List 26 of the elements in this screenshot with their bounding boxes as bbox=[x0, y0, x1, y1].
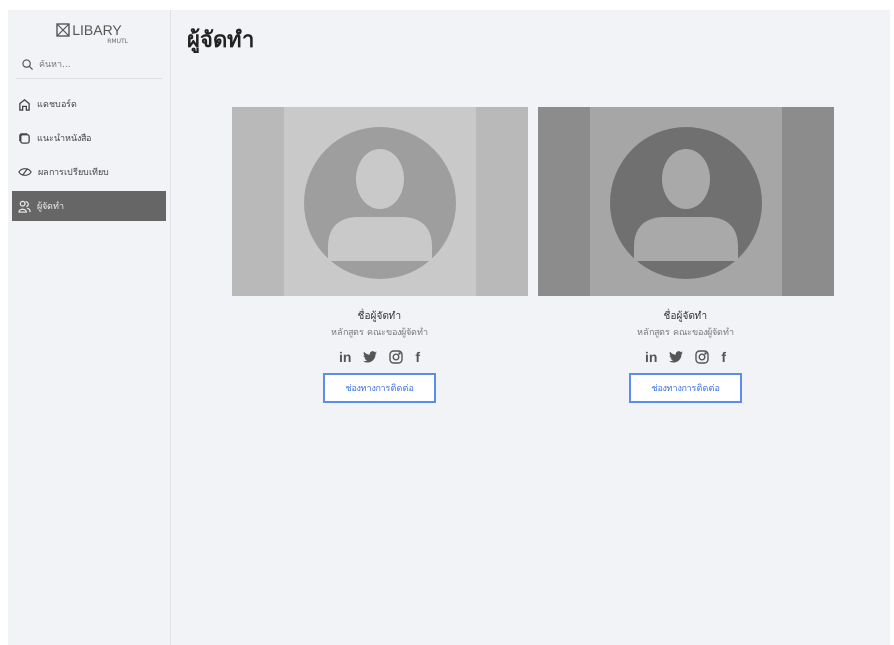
sidebar-item[interactable]: แนะนำหนังสือ bbox=[12, 123, 166, 153]
search-icon bbox=[22, 59, 33, 70]
contact-button[interactable]: ช่องทางการติดต่อ bbox=[323, 373, 436, 403]
contact-button[interactable]: ช่องทางการติดต่อ bbox=[629, 373, 742, 403]
social-link[interactable]: f bbox=[415, 349, 420, 365]
book-icon bbox=[18, 132, 31, 144]
page-title: ผู้จัดทำ bbox=[187, 27, 255, 55]
member-name: ชื่อผู้จัดทำ bbox=[358, 308, 402, 323]
sidebar-item[interactable]: ผลการเปรียบเทียบ bbox=[12, 157, 166, 187]
bird-icon[interactable] bbox=[363, 351, 378, 363]
bird-icon[interactable] bbox=[669, 351, 684, 363]
sidebar-item[interactable]: ผู้จัดทำ bbox=[12, 191, 166, 221]
home-icon bbox=[18, 98, 31, 110]
social-link[interactable]: f bbox=[721, 349, 726, 365]
social-link[interactable]: in bbox=[644, 349, 658, 365]
member-name: ชื่อผู้จัดทำ bbox=[664, 308, 708, 323]
logo-icon bbox=[56, 23, 70, 37]
member-program: หลักสูตร คณะของผู้จัดทำ bbox=[637, 326, 734, 339]
eye-icon bbox=[18, 166, 32, 178]
camera-icon[interactable] bbox=[695, 350, 710, 364]
social-link[interactable]: in bbox=[338, 349, 352, 365]
sidebar-item[interactable]: แดชบอร์ด bbox=[12, 89, 166, 119]
member-program: หลักสูตร คณะของผู้จัดทำ bbox=[331, 326, 428, 339]
logo-title: LIBARY bbox=[72, 22, 122, 38]
camera-icon[interactable] bbox=[389, 350, 404, 364]
people-icon bbox=[18, 200, 31, 212]
